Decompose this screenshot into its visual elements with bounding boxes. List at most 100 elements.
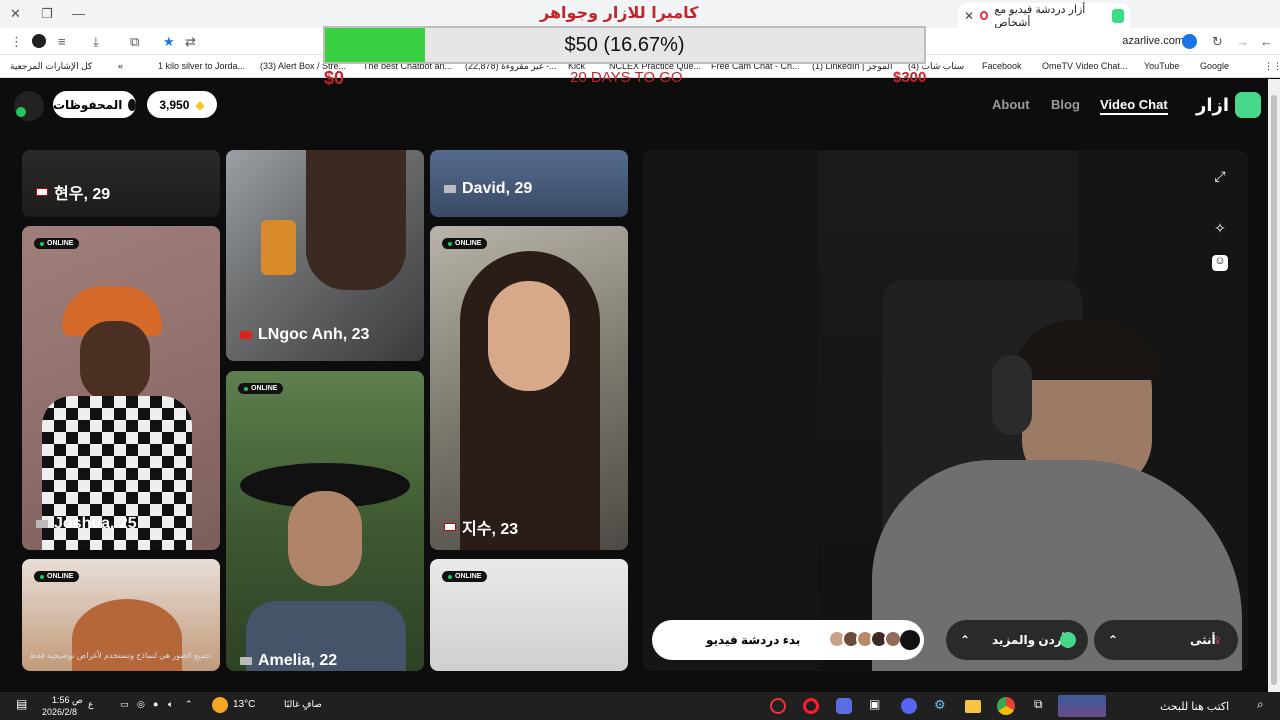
logo-icon: [1235, 92, 1262, 118]
card-name: 현우, 29: [54, 186, 111, 203]
region-filter-button[interactable]: ⌃ الأردن والمزيد: [946, 620, 1088, 660]
online-label: ONLINE: [455, 240, 482, 247]
volume-icon[interactable]: 🔈︎: [168, 699, 173, 710]
messenger-icon[interactable]: [836, 698, 852, 714]
queue-icon[interactable]: ≡: [58, 34, 66, 49]
bookmark-item[interactable]: OmeTV Video Chat...: [1042, 61, 1127, 71]
browser-tab[interactable]: ✕ أزار دردشة فيديو مع أشخاص: [958, 3, 1130, 29]
profile-card[interactable]: ONLINE: [430, 559, 628, 671]
online-label: ONLINE: [251, 385, 278, 392]
card-label: 지수, 23: [444, 515, 518, 539]
recording-icon: [980, 11, 989, 20]
page-scrollbar[interactable]: [1268, 79, 1280, 692]
video-camera-icon: [900, 630, 920, 650]
stream-overlay-title: كاميرا للازار وجواهر: [540, 3, 699, 22]
online-label: ONLINE: [455, 573, 482, 580]
microphone-icon[interactable]: ●: [153, 699, 158, 709]
flag-icon: [240, 657, 252, 665]
flag-icon: [444, 185, 456, 193]
share-icon[interactable]: ⇄: [185, 34, 196, 50]
saved-button[interactable]: المحفوظات: [53, 91, 136, 118]
clock-icon: [128, 98, 136, 111]
goal-days-label: 20 DAYS TO GO: [570, 69, 683, 86]
steam-tray-icon[interactable]: ◎: [137, 699, 145, 710]
minimize-window-icon[interactable]: —: [72, 6, 85, 21]
card-label: Joshua, 25: [36, 515, 137, 533]
face-sticker-icon[interactable]: ☺: [1212, 255, 1228, 271]
goal-max-label: $300: [893, 69, 927, 86]
bookmark-star-icon[interactable]: ★: [163, 34, 175, 50]
profile-card[interactable]: LNgoc Anh, 23: [226, 150, 424, 361]
file-explorer-icon[interactable]: [965, 700, 981, 713]
windows-taskbar: ⌕ اكتب هنا للبحث ⧉ ⚙ ▣ صافٍ غالبًا 13°C …: [0, 692, 1280, 720]
gender-filter-button[interactable]: ⌃ أنثى ♀: [1094, 620, 1238, 660]
nav-blog[interactable]: Blog: [1051, 97, 1080, 112]
keyboard-language[interactable]: ع: [88, 699, 93, 710]
site-info-icon[interactable]: [1182, 34, 1197, 49]
search-highlight-image: [1058, 695, 1106, 717]
nav-about[interactable]: About: [992, 97, 1030, 112]
extensions-icon[interactable]: ⧉: [130, 34, 139, 50]
network-icon[interactable]: ▭: [120, 699, 129, 710]
profile-card[interactable]: 현우, 29: [22, 150, 220, 217]
flag-icon: [36, 188, 48, 196]
chevron-left-icon[interactable]: «: [118, 61, 123, 71]
scrollbar-thumb[interactable]: [1271, 95, 1277, 685]
profile-card[interactable]: ONLINE Joshua, 25: [22, 226, 220, 550]
site-favicon: [1111, 8, 1124, 23]
card-label: 현우, 29: [36, 180, 110, 204]
start-video-chat-button[interactable]: بدء دردشة فيديو: [652, 620, 924, 660]
bookmark-item[interactable]: 1 kilo silver to Jorda...: [158, 61, 245, 71]
site-logo[interactable]: ازار: [1196, 92, 1262, 118]
notifications-icon[interactable]: ▤: [16, 697, 27, 711]
magic-wand-icon[interactable]: ✧: [1212, 220, 1228, 236]
opera-icon[interactable]: [803, 698, 819, 714]
forward-icon[interactable]: →: [1236, 34, 1249, 49]
gems-button[interactable]: 3,950 ◆: [147, 91, 217, 118]
reload-icon[interactable]: ↻: [1212, 34, 1223, 50]
online-label: ONLINE: [47, 573, 74, 580]
card-name: LNgoc Anh, 23: [258, 326, 370, 343]
restore-window-icon[interactable]: ❐: [41, 6, 53, 22]
url-text[interactable]: azarlive.com: [1122, 35, 1184, 47]
chrome-app-icon[interactable]: [997, 697, 1015, 715]
brand-name: ازار: [1196, 94, 1230, 115]
bookmarks-more-icon[interactable]: ⋮⋮: [1264, 61, 1280, 72]
bookmark-item[interactable]: Facebook: [982, 61, 1022, 71]
download-icon[interactable]: ⤓: [93, 34, 99, 50]
face-shape: [288, 491, 362, 586]
flag-icon: [444, 523, 456, 531]
back-icon[interactable]: ←: [1260, 34, 1273, 49]
card-name: David, 29: [462, 180, 533, 197]
card-label: Amelia, 22: [240, 652, 337, 670]
bookmark-item[interactable]: Google: [1200, 61, 1229, 71]
profile-card[interactable]: ONLINE Amelia, 22: [226, 371, 424, 671]
discord-icon[interactable]: [901, 698, 917, 714]
flag-icon: [36, 520, 48, 528]
steam-icon[interactable]: ⚙: [934, 697, 946, 713]
user-avatar[interactable]: [14, 91, 44, 121]
chevron-up-icon[interactable]: ⌃: [185, 699, 193, 710]
donation-goal-bar: $50 (16.67%): [323, 26, 926, 64]
bookmark-item[interactable]: YouTube: [1144, 61, 1179, 71]
clock-time[interactable]: 1:56 ص: [52, 695, 83, 706]
taskbar-search[interactable]: اكتب هنا للبحث: [1160, 700, 1229, 713]
bookmark-item[interactable]: كل الإشارات المرجعية: [10, 61, 92, 72]
close-tab-icon[interactable]: ✕: [964, 9, 974, 23]
diamond-icon: ◆: [195, 97, 205, 112]
store-icon[interactable]: ▣: [869, 697, 880, 711]
profile-card[interactable]: David, 29: [430, 150, 628, 217]
azar-site: المحفوظات 3,950 ◆ About Blog Video Chat …: [0, 79, 1268, 692]
menu-dots-icon[interactable]: ⋮: [10, 34, 23, 50]
weather-icon: [212, 697, 228, 713]
profile-avatar[interactable]: [32, 34, 46, 48]
female-icon: ♀: [1212, 631, 1224, 649]
expand-icon[interactable]: ⤢: [1212, 168, 1228, 184]
close-window-icon[interactable]: ✕: [10, 6, 21, 22]
task-view-icon[interactable]: ⧉: [1034, 697, 1043, 712]
obs-icon[interactable]: [770, 698, 786, 714]
nav-video-chat[interactable]: Video Chat: [1100, 97, 1168, 115]
profile-card[interactable]: ONLINE 지수, 23: [430, 226, 628, 550]
search-icon[interactable]: ⌕: [1257, 697, 1264, 712]
clock-date[interactable]: 2026/2/8: [42, 707, 77, 717]
